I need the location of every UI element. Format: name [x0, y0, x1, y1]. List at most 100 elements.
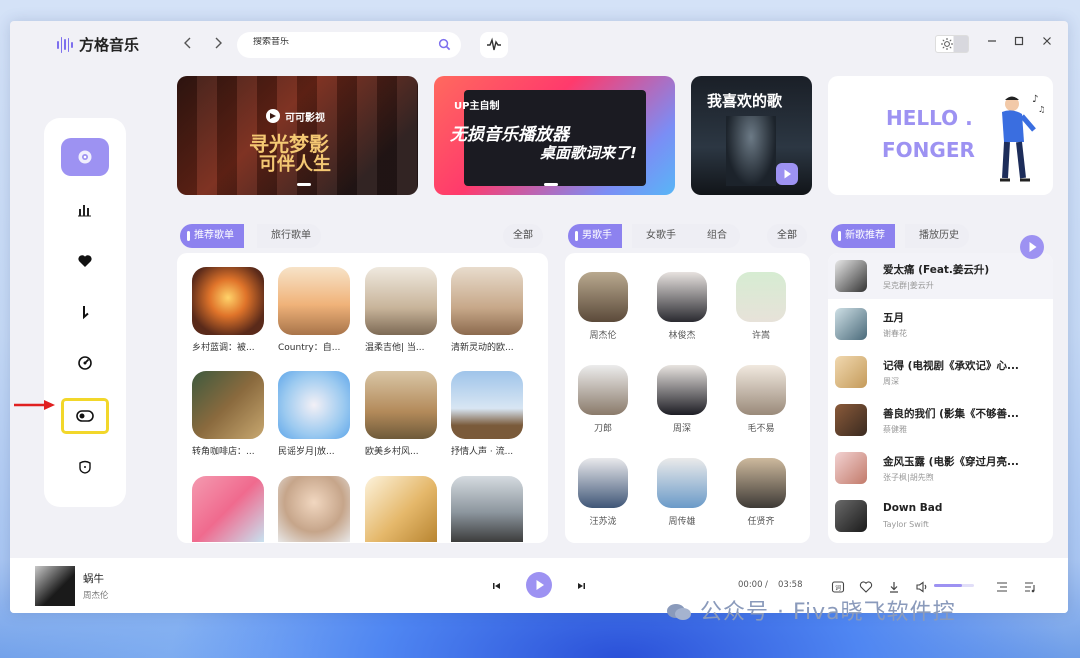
singer-name: 林俊杰 [668, 331, 696, 341]
singer-item[interactable]: 周深 [652, 365, 712, 434]
volume-slider[interactable] [934, 584, 974, 587]
listen-recognize-button[interactable] [480, 32, 508, 58]
singer-item[interactable]: 毛不易 [731, 365, 791, 434]
now-playing-cover[interactable] [35, 566, 75, 606]
playlist-item[interactable] [451, 476, 523, 542]
singer-name: 周传雄 [668, 517, 696, 527]
singer-item[interactable]: 许嵩 [731, 272, 791, 341]
previous-button[interactable] [490, 578, 504, 592]
minimize-icon [988, 40, 996, 42]
songs-play-all-button[interactable] [1020, 235, 1044, 259]
theme-toggle[interactable] [935, 35, 969, 53]
singers-all-button[interactable]: 全部 [767, 224, 807, 248]
tab-travel-playlists[interactable]: 旅行歌单 [257, 224, 321, 248]
tab-recommended-playlists[interactable]: 推荐歌单 [180, 224, 244, 248]
disc-icon [78, 150, 92, 164]
play-mode-button[interactable] [995, 579, 1009, 593]
playlist-cover [365, 267, 437, 335]
lyrics-button[interactable]: 词 [831, 579, 845, 593]
playlist-item[interactable]: 转角咖啡店：... [192, 371, 264, 457]
playlist-cover [192, 476, 264, 542]
sidebar-item-settings-toggle[interactable] [61, 398, 109, 434]
playlist-title: 欧美乡村风... [365, 447, 419, 457]
playlist-item[interactable]: 民谣岁月|放... [278, 371, 350, 457]
play-icon [784, 169, 791, 179]
singer-item[interactable]: 周杰伦 [573, 272, 633, 341]
playlist-item[interactable] [192, 476, 264, 542]
next-button[interactable] [574, 578, 588, 592]
play-button[interactable] [526, 572, 552, 598]
skip-forward-icon [578, 583, 585, 589]
playlist-cover [278, 476, 350, 542]
now-playing-artist[interactable]: 周杰伦 [83, 589, 109, 601]
singer-item[interactable]: 汪苏泷 [573, 458, 633, 527]
playlist-item[interactable]: 清新灵动的欧... [451, 267, 523, 353]
song-artist: 谢春花 [883, 329, 907, 338]
tab-female-singers[interactable]: 女歌手 [646, 224, 676, 248]
song-row[interactable]: 爱太痛 (Feat.姜云升) 吴克群|姜云升 [828, 253, 1053, 299]
back-button[interactable] [180, 35, 196, 51]
song-title: 爱太痛 (Feat.姜云升) [883, 264, 990, 276]
banner-play-button[interactable] [776, 163, 798, 185]
sidebar-item-recent[interactable] [61, 344, 109, 382]
playlist-item[interactable] [278, 476, 350, 542]
song-title: 记得 (电视剧《承欢记》心... [883, 360, 1019, 372]
song-title: 善良的我们 (影集《不够善... [883, 408, 1019, 420]
song-artist: 蔡健雅 [883, 425, 907, 434]
songs-card: 爱太痛 (Feat.姜云升) 吴克群|姜云升 五月 谢春花 记得 (电视剧《承欢记》… [828, 253, 1053, 543]
maximize-icon [1014, 36, 1024, 46]
playlist-title: 乡村蓝调：被... [192, 343, 255, 353]
sidebar-item-favorites[interactable] [61, 242, 109, 280]
banner-my-favorites[interactable]: 我喜欢的歌 [691, 76, 812, 195]
playlist-item[interactable]: 乡村蓝调：被... [192, 267, 264, 353]
banner-kekeyingshi[interactable]: 可可影视 寻光梦影 可伴人生 [177, 76, 418, 195]
sidebar-item-discover[interactable] [61, 138, 109, 176]
minimize-button[interactable] [984, 35, 1000, 51]
playlist-item[interactable]: 抒情人声 · 流... [451, 371, 523, 457]
song-row[interactable]: 善良的我们 (影集《不够善... 蔡健雅 [828, 397, 1053, 443]
sidebar-item-about[interactable] [61, 448, 109, 486]
now-playing-title[interactable]: 蜗牛 [83, 571, 104, 586]
tab-male-singers[interactable]: 男歌手 [568, 224, 622, 248]
singer-avatar [736, 272, 786, 322]
singer-name: 刀郎 [593, 424, 612, 434]
download-button[interactable] [887, 579, 901, 593]
playlist-item[interactable]: 欧美乡村风... [365, 371, 437, 457]
banner-lossless-player[interactable]: UP主自制 无损音乐播放器 桌面歌词来了! [434, 76, 675, 195]
tab-groups[interactable]: 组合 [707, 224, 727, 248]
playlist-title: 清新灵动的欧... [451, 343, 514, 353]
playlists-all-button[interactable]: 全部 [503, 224, 543, 248]
waveform-icon [487, 37, 501, 51]
playlist-item[interactable]: 温柔吉他| 当... [365, 267, 437, 353]
playlist-queue-button[interactable] [1023, 579, 1037, 593]
volume-button[interactable] [915, 579, 929, 593]
singer-item[interactable]: 周传雄 [652, 458, 712, 527]
playlist-item[interactable]: Country：自... [278, 267, 350, 353]
playlist-item[interactable] [365, 476, 437, 542]
like-button[interactable] [859, 579, 873, 593]
volume-fill [934, 584, 962, 587]
singer-item[interactable]: 任贤齐 [731, 458, 791, 527]
singer-item[interactable]: 林俊杰 [652, 272, 712, 341]
app-logo: 方格音乐 [57, 34, 139, 55]
forward-button[interactable] [210, 35, 226, 51]
watermark-text: 公众号 · Fiva晓飞软件控 [666, 594, 956, 626]
playlist-cover [192, 267, 264, 335]
download-icon [890, 582, 898, 593]
tab-new-songs[interactable]: 新歌推荐 [831, 224, 895, 248]
singer-avatar [736, 458, 786, 508]
search-input[interactable] [253, 37, 428, 47]
playlist-cover [365, 476, 437, 542]
banner-headline-2: 桌面歌词来了! [540, 144, 637, 162]
close-button[interactable] [1039, 35, 1055, 51]
search-icon[interactable] [438, 38, 451, 51]
singer-item[interactable]: 刀郎 [573, 365, 633, 434]
tab-play-history[interactable]: 播放历史 [905, 224, 969, 248]
song-row[interactable]: 五月 谢春花 [828, 301, 1053, 347]
sidebar-item-downloads[interactable] [61, 293, 109, 331]
song-row[interactable]: Down Bad Taylor Swift [828, 493, 1053, 539]
sidebar-item-charts[interactable] [61, 191, 109, 229]
song-row[interactable]: 金风玉露 (电影《穿过月亮... 张子枫|胡先煦 [828, 445, 1053, 491]
song-row[interactable]: 记得 (电视剧《承欢记》心... 周深 [828, 349, 1053, 395]
maximize-button[interactable] [1011, 35, 1027, 51]
